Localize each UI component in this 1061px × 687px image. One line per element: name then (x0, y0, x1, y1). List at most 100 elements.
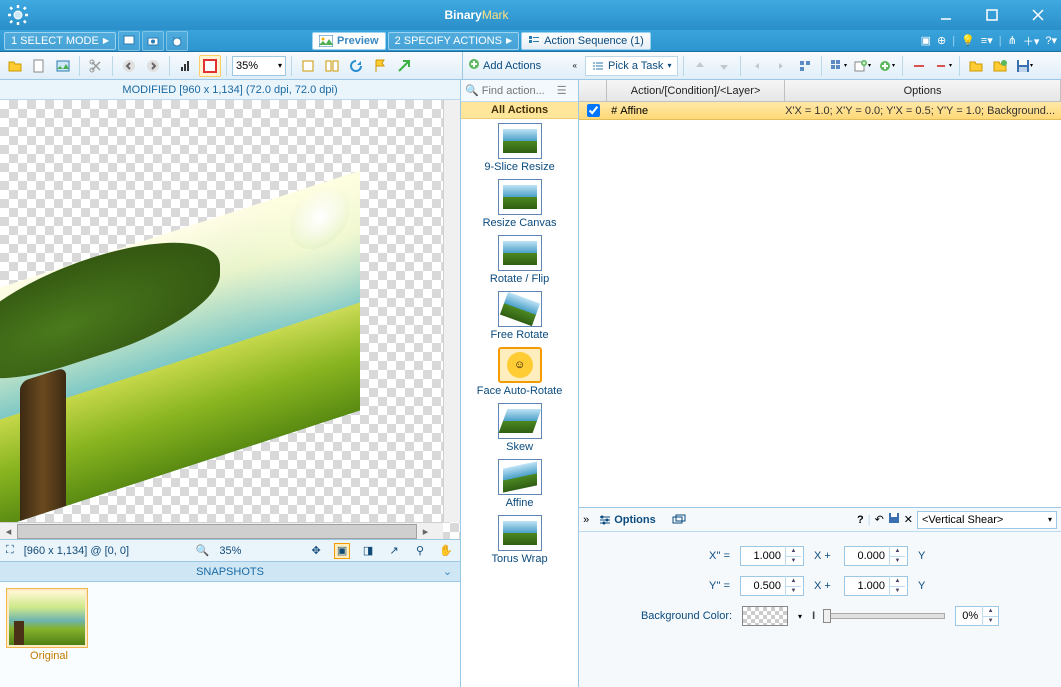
input-xx[interactable]: ▲▼ (740, 546, 804, 566)
bg-color-swatch[interactable] (742, 606, 788, 626)
action-search-input[interactable] (482, 85, 554, 97)
delete-preset-icon[interactable]: ✕ (904, 513, 913, 526)
collapse-icon[interactable]: « (573, 61, 577, 70)
new-button[interactable] (28, 55, 50, 77)
cut-button[interactable] (85, 55, 107, 77)
ribbon-r2[interactable]: ⊕ (937, 34, 946, 47)
bg-opacity-input[interactable]: ▲▼ (955, 606, 999, 626)
step1-tab[interactable]: 1 SELECT MODE ▶ (4, 32, 116, 50)
action-sequence-tab[interactable]: Action Sequence (1) (521, 32, 651, 50)
snapshots-header[interactable]: SNAPSHOTS ⌄ (0, 562, 460, 582)
add-green2[interactable]: ▾ (875, 55, 897, 77)
close-button[interactable] (1015, 0, 1061, 30)
ribbon: 1 SELECT MODE ▶ Preview 2 SPECIFY ACTION… (0, 30, 1061, 52)
picture-icon (319, 35, 333, 47)
save-button[interactable]: ▾ (1013, 55, 1035, 77)
forward-button[interactable] (142, 55, 164, 77)
action-item-rotate-flip[interactable]: Rotate / Flip (463, 235, 576, 285)
row-checkbox[interactable] (587, 104, 600, 117)
help-icon[interactable]: ?▾ (1045, 34, 1057, 47)
plus-menu[interactable]: ＋▾ (1023, 33, 1040, 49)
row-options-text: X'X = 1.0; X'Y = 0.0; Y'X = 0.5; Y'Y = 1… (785, 105, 1061, 117)
bg-opacity-slider[interactable] (825, 613, 945, 619)
picture-button[interactable] (52, 55, 74, 77)
action-item-affine[interactable]: Affine (463, 459, 576, 509)
green-arrow-button[interactable] (393, 55, 415, 77)
down-button[interactable] (713, 55, 735, 77)
preset-dropdown[interactable]: <Vertical Shear>▾ (917, 511, 1057, 529)
app-gear-icon[interactable] (6, 3, 30, 27)
scrollbar-h[interactable]: ◂ ▸ (0, 522, 443, 539)
ribbon-icon-1[interactable] (118, 31, 140, 51)
minimize-button[interactable] (923, 0, 969, 30)
actual-size-icon[interactable]: ◨ (360, 543, 376, 559)
scrollbar-v[interactable] (443, 100, 460, 522)
action-item-face-auto-rotate[interactable]: ☺Face Auto-Rotate (463, 347, 576, 397)
input-yy[interactable]: ▲▼ (844, 576, 908, 596)
add-actions-icon (467, 57, 481, 74)
ribbon-r1[interactable]: ▣ (921, 34, 931, 47)
step2-tab[interactable]: 2 SPECIFY ACTIONS ▶ (388, 32, 520, 50)
col-options[interactable]: Options (785, 80, 1061, 101)
action-item-skew[interactable]: Skew (463, 403, 576, 453)
reset-icon[interactable]: ↶ (875, 513, 884, 526)
bulb-icon[interactable]: 💡 (961, 34, 975, 47)
pointer-icon[interactable]: ↗ (386, 543, 402, 559)
maximize-button[interactable] (969, 0, 1015, 30)
options-tab[interactable]: Options (593, 512, 662, 528)
single-view-button[interactable] (297, 55, 319, 77)
pick-task-dropdown[interactable]: Pick a Task ▾ (585, 56, 678, 76)
remove-button[interactable] (908, 55, 930, 77)
preview-tab[interactable]: Preview (312, 32, 386, 50)
remove-dropdown[interactable]: ▾ (932, 55, 954, 77)
action-item-free-rotate[interactable]: Free Rotate (463, 291, 576, 341)
flag-button[interactable] (369, 55, 391, 77)
rss-icon[interactable]: ⋔ (1008, 34, 1017, 47)
folder-open-button[interactable] (965, 55, 987, 77)
ribbon-icon-camera[interactable] (142, 31, 164, 51)
fit-icon[interactable]: ▣ (334, 543, 350, 559)
sequence-grid-body[interactable] (579, 120, 1061, 507)
snapshots-body: Original (0, 582, 460, 687)
add-actions-label[interactable]: Add Actions (483, 60, 541, 72)
add-green1[interactable]: ▾ (851, 55, 873, 77)
undo-button[interactable] (746, 55, 768, 77)
input-yx[interactable]: ▲▼ (740, 576, 804, 596)
hand-icon[interactable]: ✋ (438, 543, 454, 559)
refresh-button[interactable] (345, 55, 367, 77)
eyedropper-icon[interactable]: ⚲ (412, 543, 428, 559)
action-item-resize-canvas[interactable]: Resize Canvas (463, 179, 576, 229)
all-actions-header[interactable]: All Actions (461, 102, 578, 119)
open-folder-button[interactable] (4, 55, 26, 77)
filter-icon[interactable]: ☰ (557, 84, 567, 97)
up-button[interactable] (689, 55, 711, 77)
preview-pane: MODIFIED [960 x 1,134] (72.0 dpi, 72.0 d… (0, 80, 461, 687)
action-item-torus-wrap[interactable]: Torus Wrap (463, 515, 576, 565)
red-frame-button[interactable] (199, 55, 221, 77)
save-preset-icon[interactable] (888, 512, 900, 527)
app-title: BinaryMark (30, 8, 923, 22)
back-button[interactable] (118, 55, 140, 77)
grid-dropdown[interactable]: ▾ (827, 55, 849, 77)
histogram-button[interactable] (175, 55, 197, 77)
label-yprime: Y'' = (702, 580, 730, 592)
split-view-button[interactable] (321, 55, 343, 77)
expand-icon[interactable]: » (583, 514, 589, 526)
sequence-row-affine[interactable]: #Affine X'X = 1.0; X'Y = 0.0; Y'X = 0.5;… (579, 102, 1061, 120)
snapshot-thumb-original[interactable]: Original (6, 588, 92, 662)
collapse-all-button[interactable] (794, 55, 816, 77)
second-tab[interactable] (666, 512, 692, 528)
canvas-area[interactable]: ◂ ▸ (0, 100, 460, 540)
sequence-grid-header: Action/[Condition]/<Layer> Options (579, 80, 1061, 102)
action-item-9slice[interactable]: 9-Slice Resize (463, 123, 576, 173)
ribbon-r3[interactable]: ≡▾ (981, 34, 993, 47)
redo-button[interactable] (770, 55, 792, 77)
input-xy[interactable]: ▲▼ (844, 546, 908, 566)
help-options-icon[interactable]: ? (857, 514, 864, 526)
move-icon[interactable]: ✥ (308, 543, 324, 559)
folder-add-button[interactable] (989, 55, 1011, 77)
col-action[interactable]: Action/[Condition]/<Layer> (607, 80, 785, 101)
zoom-combobox[interactable]: 35%▾ (232, 56, 286, 76)
status-dims: [960 x 1,134] @ [0, 0] (24, 545, 129, 557)
ribbon-icon-clock[interactable] (166, 31, 188, 51)
